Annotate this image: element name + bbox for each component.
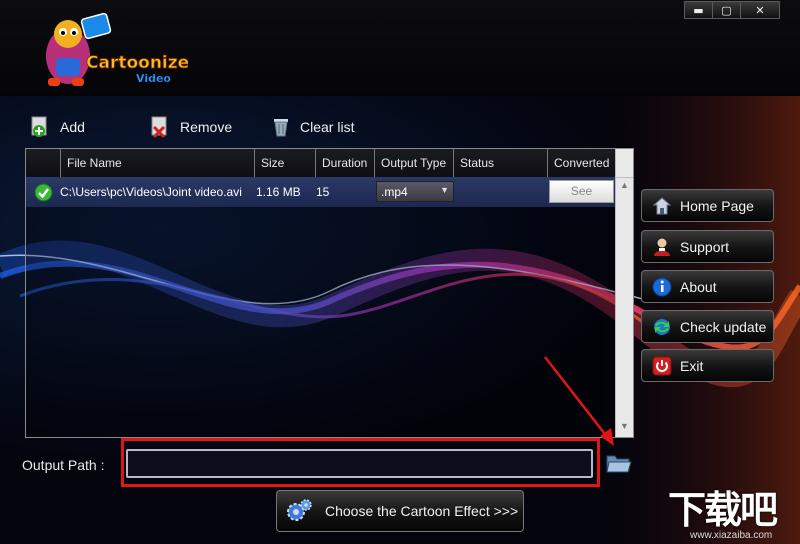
output-path-label: Output Path : — [22, 457, 105, 473]
about-label: About — [680, 278, 717, 295]
settings-gears-icon — [287, 499, 312, 521]
cell-duration: 15 — [316, 185, 330, 199]
header-output-type[interactable]: Output Type — [375, 149, 454, 177]
header-check-column — [26, 149, 61, 177]
check-update-label: Check update — [680, 318, 767, 335]
clear-list-button[interactable]: Clear list — [272, 116, 354, 138]
home-page-button[interactable]: Home Page — [641, 189, 774, 222]
chevron-down-icon: ▼ — [440, 185, 449, 195]
exit-label: Exit — [680, 357, 704, 374]
support-button[interactable]: Support — [641, 230, 774, 263]
add-label: Add — [60, 119, 85, 135]
header-file-name[interactable]: File Name — [61, 149, 255, 177]
table-header: File Name Size Duration Output Type Stat… — [26, 149, 617, 177]
clear-list-label: Clear list — [300, 119, 355, 135]
header-converted[interactable]: Converted — [548, 149, 616, 177]
watermark-url: www.xiazaiba.com — [690, 530, 773, 541]
cartoonize-logo: Cartoonize Video — [46, 12, 188, 86]
home-page-label: Home Page — [680, 197, 754, 214]
trash-icon — [274, 119, 288, 137]
minimize-button[interactable]: ▬ — [684, 1, 713, 19]
logo-text-video: Video — [136, 72, 171, 85]
checkmark-icon[interactable] — [34, 183, 53, 202]
scroll-up-arrow-icon[interactable]: ▲ — [616, 177, 633, 194]
browse-folder-icon[interactable] — [606, 452, 632, 474]
add-file-icon — [31, 116, 47, 137]
watermark-logo-text: 下载吧 — [668, 488, 778, 532]
logo-text-cartoonize: Cartoonize — [86, 53, 188, 73]
table-row[interactable]: C:\Users\pc\Videos\Joint video.avi 1.16 … — [26, 177, 617, 207]
check-update-button[interactable]: Check update — [641, 310, 774, 343]
remove-file-icon — [151, 116, 167, 138]
support-person-icon — [654, 238, 670, 256]
file-list-table[interactable]: File Name Size Duration Output Type Stat… — [25, 148, 634, 438]
window-controls: ▬ ▢ ✕ — [684, 1, 780, 19]
update-globe-icon — [654, 318, 670, 335]
output-type-select[interactable]: .mp4 ▼ — [376, 181, 454, 202]
output-type-value: .mp4 — [381, 185, 408, 199]
cell-size: 1.16 MB — [256, 185, 301, 199]
scroll-down-arrow-icon[interactable]: ▼ — [616, 418, 633, 435]
add-button[interactable]: Add — [30, 116, 85, 138]
support-label: Support — [680, 238, 730, 255]
about-button[interactable]: About — [641, 270, 774, 303]
cell-file-name: C:\Users\pc\Videos\Joint video.avi — [60, 185, 242, 199]
remove-label: Remove — [180, 119, 233, 135]
exit-button[interactable]: Exit — [641, 349, 774, 382]
choose-cartoon-effect-button[interactable]: Choose the Cartoon Effect >>> — [276, 490, 524, 532]
choose-cartoon-effect-label: Choose the Cartoon Effect >>> — [325, 503, 519, 519]
maximize-button[interactable]: ▢ — [712, 1, 741, 19]
header-size[interactable]: Size — [255, 149, 316, 177]
vertical-scrollbar[interactable]: ▲ ▼ — [615, 149, 633, 437]
title-bar: Cartoonize Video ▬ ▢ ✕ — [0, 0, 800, 96]
close-button[interactable]: ✕ — [740, 1, 780, 19]
home-icon — [652, 196, 672, 214]
info-icon — [652, 277, 672, 296]
header-duration[interactable]: Duration — [316, 149, 375, 177]
remove-button[interactable]: Remove — [150, 116, 232, 138]
header-status[interactable]: Status — [454, 149, 548, 177]
power-icon — [652, 356, 672, 375]
see-button[interactable]: See — [549, 180, 614, 203]
output-path-input[interactable] — [126, 449, 593, 478]
scrollbar-header-corner — [616, 149, 633, 178]
